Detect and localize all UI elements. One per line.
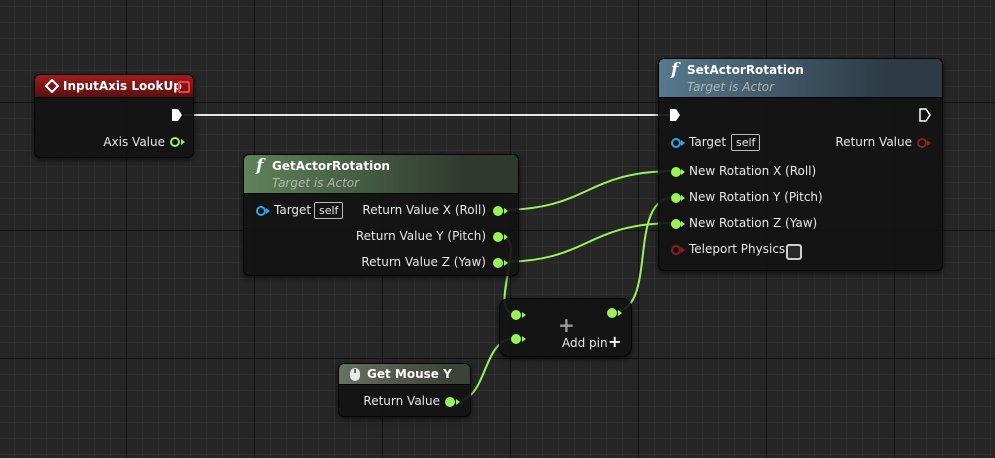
add-input-a-pin[interactable] (511, 310, 521, 320)
pin-arrow-icon (456, 399, 460, 405)
return-value-pin[interactable] (917, 138, 927, 148)
return-y-label: Return Value Y (Pitch) (355, 229, 486, 243)
pin-arrow-icon (522, 336, 526, 342)
new-rotation-y-pin[interactable] (671, 193, 681, 203)
axis-value-label: Axis Value (103, 135, 165, 149)
target-label: Target (274, 203, 312, 217)
function-icon: f (671, 60, 679, 80)
return-z-label: Return Value Z (Yaw) (361, 255, 486, 269)
add-output-pin[interactable] (607, 308, 617, 318)
new-rotation-x-pin[interactable] (671, 167, 681, 177)
target-label: Target (689, 135, 727, 149)
node-set-actor-rotation[interactable]: f SetActorRotation Target is Actor Targe… (658, 58, 943, 271)
event-diamond-icon (45, 79, 59, 93)
node-get-mouse-y[interactable]: Get Mouse Y Return Value (338, 363, 471, 417)
function-icon: f (256, 156, 264, 176)
teleport-physics-checkbox[interactable] (786, 244, 802, 260)
teleport-physics-label: Teleport Physics (689, 242, 786, 256)
return-y-pin[interactable] (493, 232, 503, 242)
pin-arrow-icon (681, 140, 685, 146)
teleport-physics-pin[interactable] (671, 245, 681, 255)
axis-value-pin[interactable] (170, 137, 180, 147)
pin-arrow-icon (927, 140, 931, 146)
node-input-axis-lookup[interactable]: InputAxis LookUp Axis Value (34, 74, 194, 158)
new-rotation-y-label: New Rotation Y (Pitch) (689, 190, 823, 204)
exec-out-pin-icon[interactable] (919, 108, 931, 122)
return-value-label: Return Value (363, 394, 440, 408)
node-add-float[interactable]: + Add pin + (499, 298, 632, 357)
delegate-pin-icon[interactable] (178, 81, 190, 93)
pin-arrow-icon (504, 208, 508, 214)
return-x-label: Return Value X (Roll) (362, 203, 486, 217)
self-default-field[interactable]: self (731, 134, 761, 151)
wire-roll (499, 170, 676, 211)
new-rotation-x-label: New Rotation X (Roll) (689, 164, 817, 178)
plus-icon[interactable]: + (608, 332, 621, 351)
node-title: GetActorRotation (272, 159, 390, 173)
pin-arrow-icon (504, 260, 508, 266)
new-rotation-z-label: New Rotation Z (Yaw) (689, 216, 818, 230)
pin-arrow-icon (522, 312, 526, 318)
exec-out-pin-icon[interactable] (171, 108, 183, 122)
target-pin[interactable] (671, 138, 681, 148)
node-subtitle: Target is Actor (687, 80, 775, 94)
node-title: SetActorRotation (687, 63, 804, 77)
pin-arrow-icon (181, 139, 185, 145)
pin-arrow-icon (681, 169, 685, 175)
pin-arrow-icon (266, 208, 270, 214)
wire-yaw (499, 222, 676, 263)
add-input-b-pin[interactable] (511, 334, 521, 344)
node-subtitle: Target is Actor (272, 176, 360, 190)
return-x-pin[interactable] (493, 206, 503, 216)
add-operator-icon: + (558, 313, 575, 337)
target-pin[interactable] (256, 206, 266, 216)
return-value-label: Return Value (835, 135, 912, 149)
pin-arrow-icon (618, 310, 622, 316)
pin-arrow-icon (681, 247, 685, 253)
node-title: Get Mouse Y (367, 367, 452, 381)
return-value-pin[interactable] (445, 397, 455, 407)
node-title: InputAxis LookUp (63, 79, 182, 93)
new-rotation-z-pin[interactable] (671, 219, 681, 229)
pin-arrow-icon (681, 221, 685, 227)
return-z-pin[interactable] (493, 258, 503, 268)
add-pin-button[interactable]: Add pin (562, 336, 608, 350)
exec-in-pin-icon[interactable] (669, 108, 681, 122)
pin-arrow-icon (681, 195, 685, 201)
node-get-actor-rotation[interactable]: f GetActorRotation Target is Actor Targe… (243, 154, 519, 276)
pin-arrow-icon (504, 234, 508, 240)
mouse-icon (350, 368, 360, 381)
